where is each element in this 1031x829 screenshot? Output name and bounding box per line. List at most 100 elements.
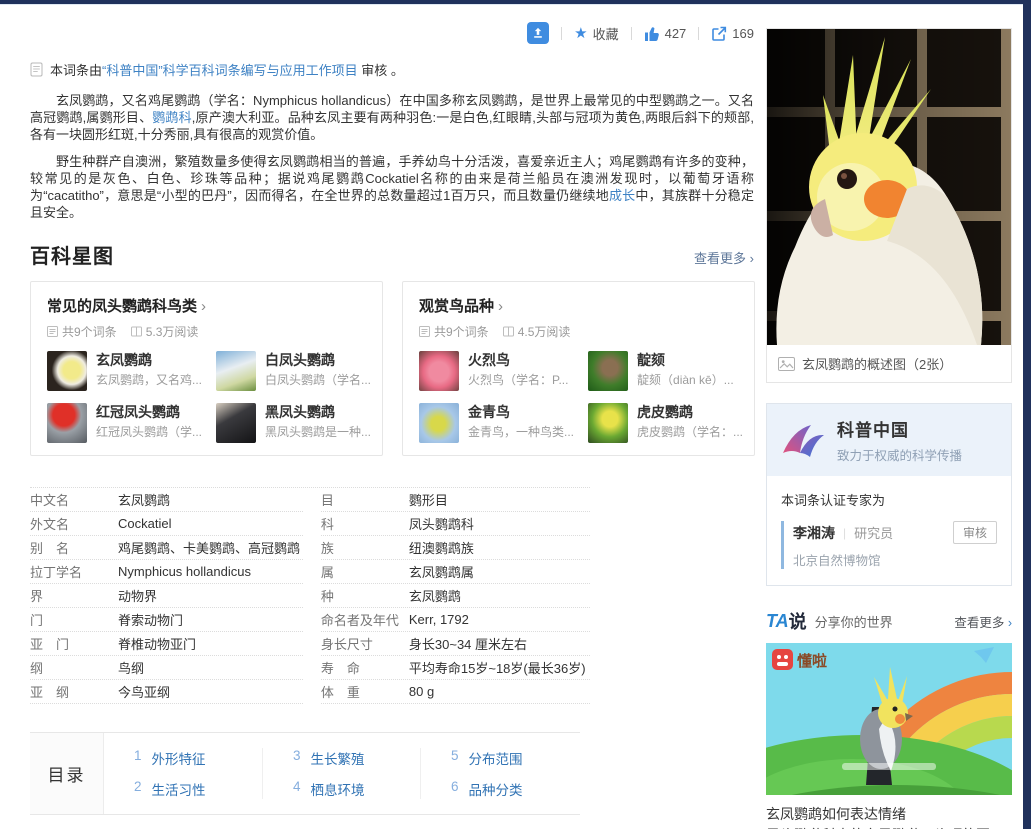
- infobox-value: 玄凤鹦鹉属: [409, 562, 474, 581]
- starmap-item[interactable]: 黑凤头鹦鹉黑凤头鹦鹉是一种...: [216, 403, 371, 443]
- starmap-item-thumbnail: [47, 351, 87, 391]
- intro-paragraph-2: 野生种群产自澳洲，繁殖数量多使得玄凤鹦鹉相当的普遍，手养幼鸟十分活泼，喜爱亲近主…: [30, 153, 754, 221]
- starmap-item-name: 靛颏: [637, 351, 734, 369]
- infobox-value: Kerr, 1792: [409, 612, 469, 627]
- starmap-item[interactable]: 火烈鸟火烈鸟（学名：P...: [419, 351, 574, 391]
- kepu-china-header[interactable]: 科普中国 致力于权威的科学传播: [767, 404, 1011, 476]
- entry-count: 共9个词条: [62, 323, 117, 340]
- starmap-item-thumbnail: [47, 403, 87, 443]
- star-icon: ★: [574, 26, 587, 41]
- starmap-item[interactable]: 靛颏靛颏（diàn kē）...: [588, 351, 743, 391]
- infobox-row: 亚 门脊椎动物亚门: [30, 632, 303, 656]
- infobox-label: 寿 命: [321, 658, 409, 677]
- overview-photo-card: 玄凤鹦鹉的概述图（2张）: [766, 28, 1012, 383]
- infobox-value-link[interactable]: 纽澳鹦鹉族: [409, 538, 474, 557]
- favorite-button[interactable]: ★ 收藏: [574, 24, 618, 43]
- toc-item-appearance[interactable]: 1外形特征: [134, 748, 262, 768]
- arrow-up-icon: [531, 26, 545, 40]
- infobox-value: 凤头鹦鹉科: [409, 514, 474, 533]
- infobox-label: 别 名: [30, 538, 118, 557]
- infobox-value: 脊椎动物亚门: [118, 634, 196, 653]
- starmap-item-desc: 靛颏（diàn kē）...: [637, 372, 734, 388]
- tashuo-tagline: 分享你的世界: [815, 612, 893, 631]
- divider: [698, 27, 699, 40]
- toc-item-habitat[interactable]: 4栖息环境: [293, 779, 420, 799]
- expert-name[interactable]: 李湘涛: [793, 523, 835, 543]
- starmap-card-cockatoo-family: 常见的凤头鹦鹉科鸟类› 共9个词条 5.3万阅读 玄凤鹦鹉玄凤鹦鹉，又名鸡...…: [30, 281, 383, 456]
- infobox-row: 门脊索动物门: [30, 608, 303, 632]
- starmap-item-thumbnail: [419, 351, 459, 391]
- main-column: ★ 收藏 427 169: [30, 22, 754, 815]
- inline-link[interactable]: “科普中国”科学百科词条编写与应用工作项目: [102, 63, 358, 78]
- inline-link[interactable]: 成长: [609, 188, 635, 203]
- infobox-row: 身长尺寸身长30~34 厘米左右: [321, 632, 590, 656]
- tashuo-card-title[interactable]: 玄凤鹦鹉如何表达情绪: [766, 804, 1012, 825]
- read-count: 4.5万阅读: [518, 323, 571, 340]
- infobox-label: 中文名: [30, 490, 118, 509]
- basic-infobox: 中文名玄凤鹦鹉 外文名Cockatiel 别 名鸡尾鹦鹉、卡美鹦鹉、高冠鹦鹉 拉…: [30, 487, 590, 704]
- infobox-value: 鸟纲: [118, 658, 144, 677]
- infobox-label: 拉丁学名: [30, 562, 118, 581]
- tashuo-header: TA 说 分享你的世界 查看更多 ›: [766, 608, 1012, 634]
- starmap-item-name: 白凤头鹦鹉: [265, 351, 371, 369]
- starmap-more-link[interactable]: 查看更多 ›: [694, 248, 754, 267]
- starmap-item[interactable]: 虎皮鹦鹉虎皮鹦鹉（学名：...: [588, 403, 743, 443]
- infobox-value: 80 g: [409, 684, 434, 699]
- tashuo-more-link[interactable]: 查看更多 ›: [954, 612, 1012, 631]
- photo-caption[interactable]: 玄凤鹦鹉的概述图（2张）: [767, 345, 1011, 382]
- infobox-value: 身长30~34 厘米左右: [409, 634, 527, 653]
- infobox-row: 别 名鸡尾鹦鹉、卡美鹦鹉、高冠鹦鹉: [30, 536, 303, 560]
- infobox-row: 界动物界: [30, 584, 303, 608]
- share-icon: [711, 26, 727, 41]
- starmap-item[interactable]: 红冠凤头鹦鹉红冠凤头鹦鹉（学...: [47, 403, 202, 443]
- tashuo-card-desc[interactable]: 凤头鹦鹉科中的玄凤鹦鹉，头顶的冠...: [766, 825, 1012, 829]
- kepu-china-logo-icon: [781, 422, 825, 458]
- toc-item-habits[interactable]: 2生活习性: [134, 779, 262, 799]
- kepu-china-title: 科普中国: [837, 416, 962, 441]
- intro-paragraph-1: 玄凤鹦鹉，又名鸡尾鹦鹉（学名：Nymphicus hollandicus）在中国…: [30, 92, 754, 143]
- cockatiel-photo[interactable]: [767, 29, 1011, 345]
- share-button[interactable]: 169: [711, 26, 754, 41]
- expert-organization: 北京自然博物馆: [793, 550, 997, 569]
- starmap-item[interactable]: 金青鸟金青鸟，一种鸟类...: [419, 403, 574, 443]
- quick-top-button[interactable]: [527, 22, 549, 44]
- toc-column: 3生长繁殖 4栖息环境: [262, 748, 420, 799]
- infobox-right-column: 目鹦形目 科凤头鹦鹉科 族纽澳鹦鹉族 属玄凤鹦鹉属 种玄凤鹦鹉 命名者及年代Ke…: [321, 488, 590, 704]
- infobox-row: 拉丁学名Nymphicus hollandicus: [30, 560, 303, 584]
- tashuo-video-thumbnail[interactable]: 懂啦: [766, 643, 1012, 795]
- infobox-label: 种: [321, 586, 409, 605]
- toc-title: 目录: [30, 733, 104, 814]
- starmap-item-desc: 白凤头鹦鹉（学名...: [265, 372, 371, 388]
- scrollbar[interactable]: [1023, 0, 1031, 829]
- expert-note: 本词条认证专家为: [781, 490, 997, 509]
- infobox-label: 属: [321, 562, 409, 581]
- audit-badge[interactable]: 审核: [953, 521, 997, 544]
- starmap-item[interactable]: 白凤头鹦鹉白凤头鹦鹉（学名...: [216, 351, 371, 391]
- starmap-card-title[interactable]: 观赏鸟品种›: [419, 295, 738, 316]
- toc-column: 1外形特征 2生活习性: [104, 748, 262, 799]
- sidebar: 玄凤鹦鹉的概述图（2张） 科普中国 致力于权威的科学传播: [766, 28, 1012, 829]
- starmap-item-desc: 虎皮鹦鹉（学名：...: [637, 424, 743, 440]
- starmap-card-title[interactable]: 常见的凤头鹦鹉科鸟类›: [47, 295, 366, 316]
- starmap-card-meta: 共9个词条 4.5万阅读: [419, 323, 738, 340]
- infobox-row: 命名者及年代Kerr, 1792: [321, 608, 590, 632]
- toc-item-distribution[interactable]: 5分布范围: [451, 748, 578, 768]
- infobox-label: 纲: [30, 658, 118, 677]
- starmap-cards: 常见的凤头鹦鹉科鸟类› 共9个词条 5.3万阅读 玄凤鹦鹉玄凤鹦鹉，又名鸡...…: [30, 281, 754, 456]
- infobox-left-column: 中文名玄凤鹦鹉 外文名Cockatiel 别 名鸡尾鹦鹉、卡美鹦鹉、高冠鹦鹉 拉…: [30, 488, 303, 704]
- infobox-value: 今鸟亚纲: [118, 682, 170, 701]
- toc-item-breeding[interactable]: 3生长繁殖: [293, 748, 420, 768]
- entry-count: 共9个词条: [434, 323, 489, 340]
- starmap-item-desc: 红冠凤头鹦鹉（学...: [96, 424, 202, 440]
- photo-caption-text: 玄凤鹦鹉的概述图（2张）: [802, 354, 952, 373]
- like-button[interactable]: 427: [644, 26, 687, 41]
- inline-link[interactable]: 鹦鹉科: [152, 110, 192, 125]
- infobox-value-link[interactable]: 脊索动物门: [118, 610, 183, 629]
- expert-accent-bar: [781, 521, 784, 569]
- infobox-row: 纲鸟纲: [30, 656, 303, 680]
- starmap-item-name: 金青鸟: [468, 403, 574, 421]
- review-notice: 本词条由“科普中国”科学百科词条编写与应用工作项目 审核 。: [30, 60, 754, 79]
- toc-item-varieties[interactable]: 6品种分类: [451, 779, 578, 799]
- svg-text:懂啦: 懂啦: [796, 652, 827, 670]
- starmap-item[interactable]: 玄凤鹦鹉玄凤鹦鹉，又名鸡...: [47, 351, 202, 391]
